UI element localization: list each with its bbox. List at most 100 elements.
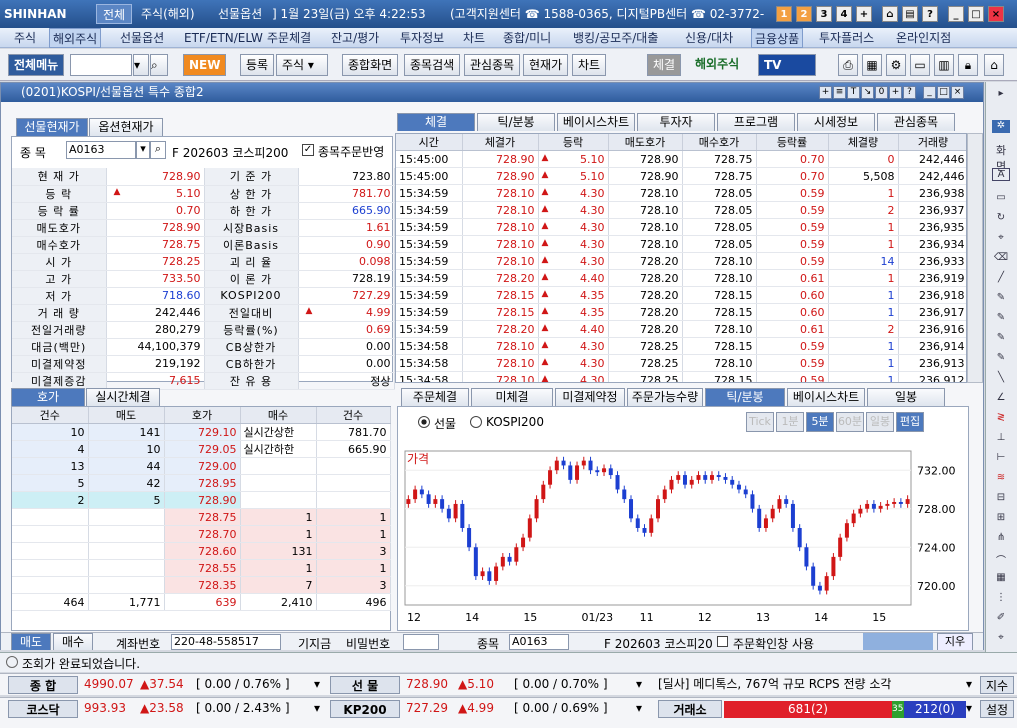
trade-tab[interactable]: 틱/분봉 bbox=[477, 113, 555, 131]
menu-summary[interactable]: 종합/미니 bbox=[503, 28, 551, 48]
buy-tab[interactable]: 매수 bbox=[53, 633, 93, 650]
reflect-checkbox[interactable]: ✓ bbox=[302, 144, 314, 156]
screen-1-button[interactable]: 1 bbox=[776, 6, 792, 22]
news-headline[interactable]: [딜사] 메디톡스, 767억 규모 RCPS 전량 소각 bbox=[658, 674, 891, 695]
win-close-icon[interactable]: × bbox=[951, 86, 964, 99]
confirm-checkbox[interactable] bbox=[717, 636, 728, 647]
account-select[interactable]: 220-48-558517 bbox=[171, 634, 281, 650]
chart-tab[interactable]: 틱/분봉 bbox=[705, 388, 785, 406]
chart-tab[interactable]: 미체결 bbox=[471, 388, 553, 406]
tab-futures-price[interactable]: 선물현재가 bbox=[16, 118, 88, 136]
period-button[interactable]: 일봉 bbox=[866, 412, 894, 432]
clear-button[interactable]: 지우 bbox=[937, 633, 973, 650]
sidebar-fib-icon[interactable]: ≋ bbox=[992, 472, 1010, 485]
print-icon[interactable]: ▤ bbox=[902, 6, 918, 22]
gear-icon[interactable]: ⚙ bbox=[886, 54, 906, 76]
period-button[interactable]: 5분 bbox=[806, 412, 834, 432]
period-button[interactable]: 1분 bbox=[776, 412, 804, 432]
calculator-icon[interactable]: ▦ bbox=[862, 54, 882, 76]
screen-2-button[interactable]: 2 bbox=[796, 6, 812, 22]
menu-order[interactable]: 주문체결 bbox=[267, 28, 311, 48]
ticker1-dropdown2-icon[interactable]: ▾ bbox=[636, 674, 642, 695]
folder-icon[interactable]: ⌂ bbox=[984, 54, 1004, 76]
sidebar-line-icon[interactable]: ╱ bbox=[992, 272, 1010, 285]
trade-tab[interactable]: 시세정보 bbox=[797, 113, 875, 131]
win-help-icon[interactable]: ? bbox=[903, 86, 916, 99]
trade-tab[interactable]: 베이시스차트 bbox=[557, 113, 635, 131]
menu-etf[interactable]: ETF/ETN/ELW bbox=[184, 28, 263, 48]
sidebar-arrow-icon[interactable]: ▸ bbox=[992, 88, 1010, 101]
chart-tab[interactable]: 일봉 bbox=[867, 388, 945, 406]
ask-row[interactable]: 2 5 728.90 bbox=[12, 491, 391, 509]
code-dropdown-icon[interactable]: ▾ bbox=[136, 141, 150, 159]
sidebar-pen4-icon[interactable]: ✎ bbox=[992, 352, 1010, 365]
sidebar-angle-icon[interactable]: ∠ bbox=[992, 392, 1010, 405]
period-button[interactable]: 편집 bbox=[896, 412, 924, 432]
search-icon[interactable]: ⌕ bbox=[150, 54, 168, 76]
menu-stock[interactable]: 주식 bbox=[14, 28, 36, 48]
home-icon[interactable]: ⌂ bbox=[882, 6, 898, 22]
sidebar-tool2-icon[interactable]: ↻ bbox=[992, 212, 1010, 225]
tv-button[interactable]: TV bbox=[758, 54, 816, 76]
dropdown-icon[interactable]: ▾ bbox=[133, 54, 149, 76]
maximize-icon[interactable]: □ bbox=[968, 6, 984, 22]
sidebar-fr-icon[interactable]: ⋮ bbox=[992, 592, 1010, 605]
combo-button[interactable]: 종합화면 bbox=[342, 54, 399, 76]
bid-row[interactable]: 728.60 131 3 bbox=[12, 542, 391, 560]
win-pin-icon[interactable]: + bbox=[889, 86, 902, 99]
radio-kospi200[interactable] bbox=[470, 416, 482, 428]
index-button[interactable]: 지수 bbox=[980, 676, 1014, 694]
menu-overseas[interactable]: 해외주식 bbox=[49, 28, 102, 48]
win-zero-icon[interactable]: 0 bbox=[875, 86, 888, 99]
menu-futures[interactable]: 선물옵션 bbox=[120, 28, 164, 48]
tab-all[interactable]: 전체 bbox=[96, 4, 133, 24]
chart-tab[interactable]: 미결제약정 bbox=[555, 388, 625, 406]
minimize-icon[interactable]: _ bbox=[948, 6, 964, 22]
tab-realtime[interactable]: 실시간체결 bbox=[86, 388, 160, 406]
sidebar-pin-icon[interactable]: ⌖ bbox=[992, 632, 1010, 645]
tab-futures[interactable]: 선물옵션 bbox=[212, 4, 268, 24]
bid-row[interactable]: 728.75 1 1 bbox=[12, 508, 391, 526]
ticker2-dropdown2-icon[interactable]: ▾ bbox=[636, 698, 642, 719]
sidebar-vline-icon[interactable]: ⊥ bbox=[992, 432, 1010, 445]
sidebar-arc-icon[interactable]: ⌒ bbox=[992, 552, 1010, 567]
win-text-icon[interactable]: T bbox=[847, 86, 860, 99]
menu-info[interactable]: 투자정보 bbox=[400, 28, 444, 48]
win-maximize-icon[interactable]: □ bbox=[937, 86, 950, 99]
sidebar-pen3-icon[interactable]: ✎ bbox=[992, 332, 1010, 345]
sidebar-edit-icon[interactable]: ✐ bbox=[992, 612, 1010, 625]
sidebar-screen-icon[interactable]: 화면 bbox=[992, 142, 1010, 173]
sell-tab[interactable]: 매도 bbox=[11, 633, 51, 650]
sidebar-tool4-icon[interactable]: ⌫ bbox=[992, 252, 1010, 265]
ask-row[interactable]: 10 141 729.10 실시간상한 781.70 bbox=[12, 423, 391, 441]
lock-icon[interactable]: 🔒︎ bbox=[958, 54, 978, 76]
bid-row[interactable]: 728.70 1 1 bbox=[12, 525, 391, 543]
ticker2-dropdown3-icon[interactable]: ▾ bbox=[966, 698, 972, 719]
menu-plus[interactable]: 투자플러스 bbox=[819, 28, 874, 48]
sidebar-channel-icon[interactable]: ⊟ bbox=[992, 492, 1010, 505]
sidebar-diag-icon[interactable]: ╲ bbox=[992, 372, 1010, 385]
price-button[interactable]: 현재가 bbox=[523, 54, 569, 76]
menu-credit[interactable]: 신용/대차 bbox=[685, 28, 733, 48]
settings-button[interactable]: 설정 bbox=[980, 700, 1014, 718]
win-arrow-icon[interactable]: ↘ bbox=[861, 86, 874, 99]
sidebar-box-icon[interactable]: ⊞ bbox=[992, 512, 1010, 525]
menu-products[interactable]: 금융상품 bbox=[751, 28, 804, 48]
printer-icon[interactable]: ⎙ bbox=[838, 54, 858, 76]
layout-icon[interactable]: ▥ bbox=[934, 54, 954, 76]
code-search-icon[interactable]: ⌕ bbox=[150, 141, 166, 159]
period-button[interactable]: 60분 bbox=[836, 412, 864, 432]
all-menu-button[interactable]: 전체메뉴 bbox=[8, 54, 65, 76]
order-code-input[interactable]: A0163 bbox=[509, 634, 569, 650]
register-button[interactable]: 등록 bbox=[240, 54, 275, 76]
trade-button[interactable]: 체결 bbox=[647, 54, 682, 76]
ask-row[interactable]: 13 44 729.00 bbox=[12, 457, 391, 475]
trade-tab[interactable]: 프로그램 bbox=[717, 113, 795, 131]
menu-branch[interactable]: 온라인지점 bbox=[896, 28, 951, 48]
sidebar-pen2-icon[interactable]: ✎ bbox=[992, 312, 1010, 325]
watchlist-button[interactable]: 관심종목 bbox=[464, 54, 521, 76]
ticker1-dropdown-icon[interactable]: ▾ bbox=[314, 674, 320, 695]
sidebar-fan-icon[interactable]: ⋔ bbox=[992, 532, 1010, 545]
bid-row[interactable]: 728.35 7 3 bbox=[12, 576, 391, 594]
screen-add-button[interactable]: + bbox=[856, 6, 872, 22]
